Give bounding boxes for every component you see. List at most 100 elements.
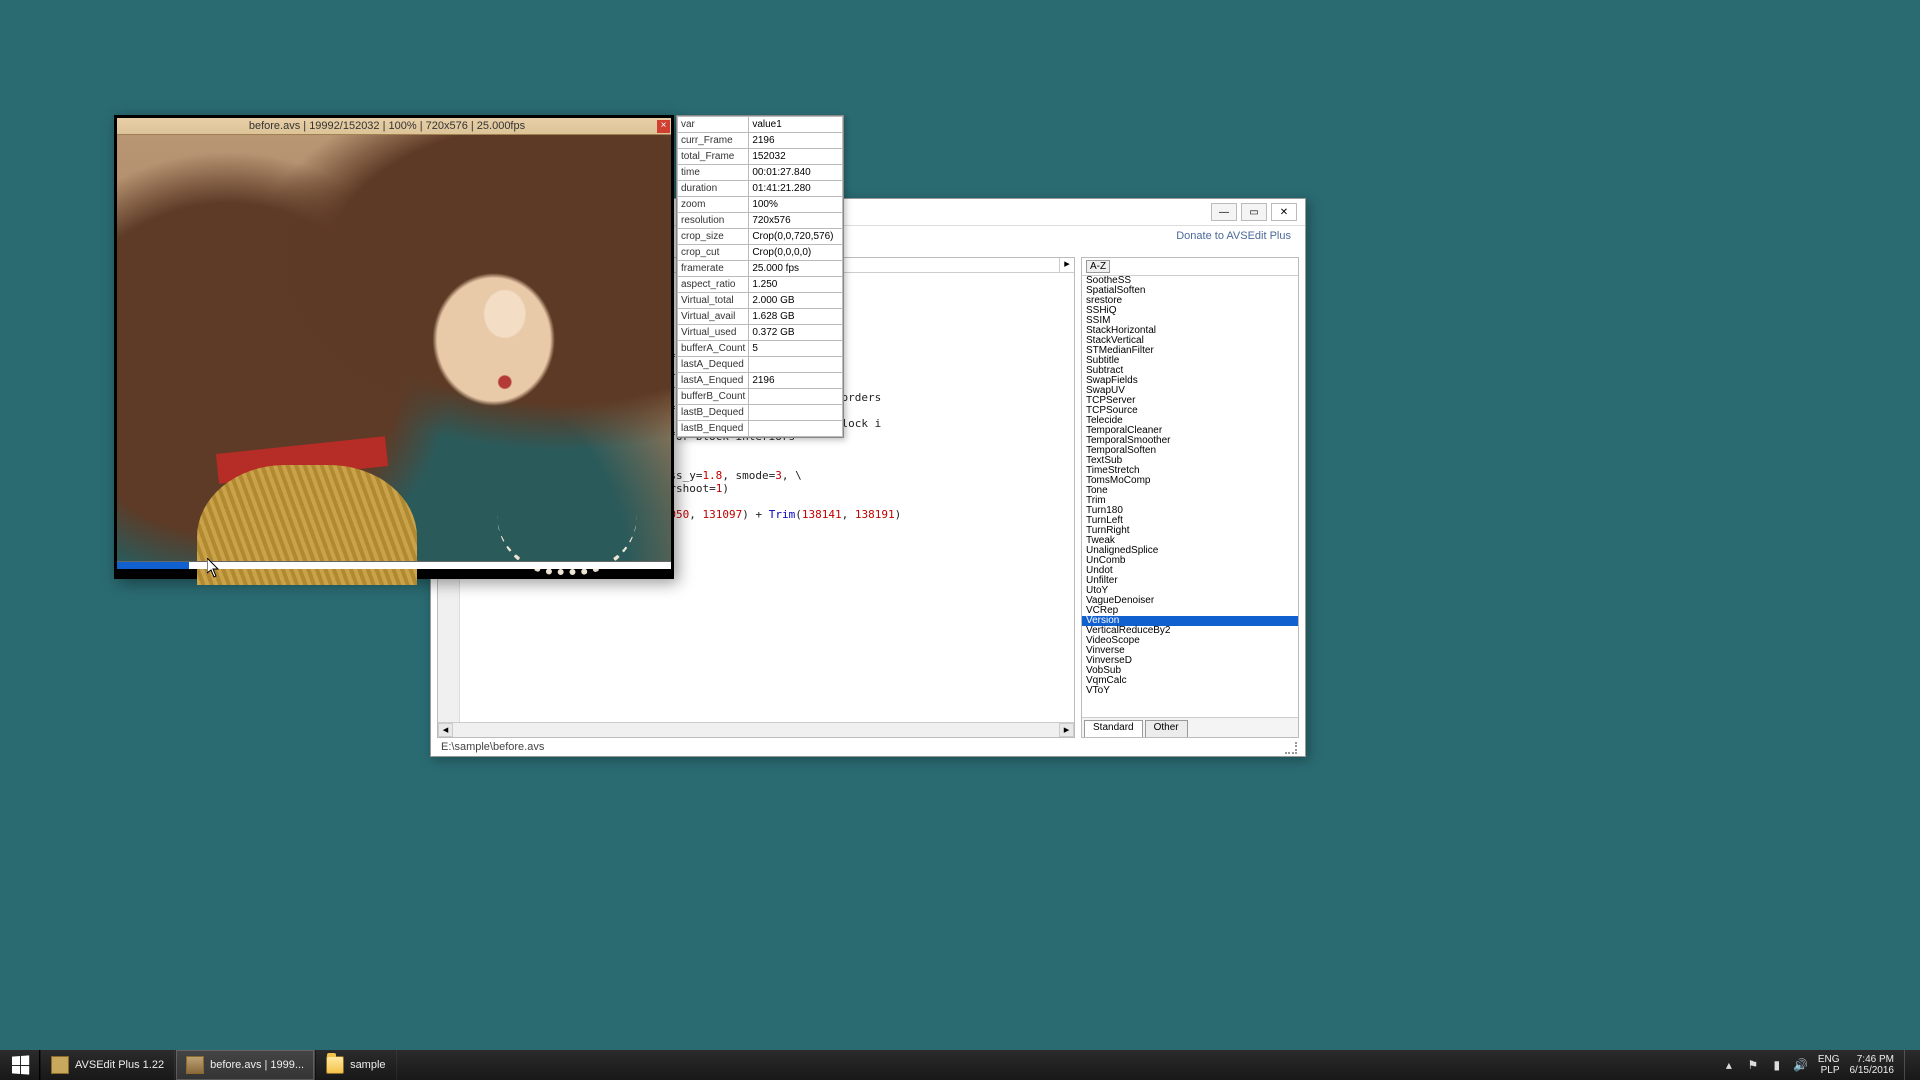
info-key: crop_size (678, 229, 749, 245)
info-val: 152032 (749, 149, 843, 165)
maximize-button[interactable]: ▭ (1241, 203, 1267, 221)
preview-title-text: before.avs | 19992/152032 | 100% | 720x5… (117, 120, 657, 132)
taskbar: AVSEdit Plus 1.22 before.avs | 1999... sam… (0, 1050, 1920, 1080)
info-key: lastA_Enqued (678, 373, 749, 389)
preview-scrubber[interactable] (117, 561, 671, 569)
taskbar-item-label: before.avs | 1999... (210, 1059, 304, 1071)
tray-lang2: PLP (1818, 1065, 1840, 1076)
info-val (749, 389, 843, 405)
tray-network-icon[interactable]: ▮ (1770, 1058, 1784, 1072)
function-list-item[interactable]: UnComb (1082, 556, 1298, 566)
function-list-item[interactable]: Unfilter (1082, 576, 1298, 586)
info-key: bufferA_Count (678, 341, 749, 357)
scroll-left-button[interactable]: ◂ (438, 723, 453, 737)
info-header-val: value1 (749, 117, 843, 133)
function-list-item[interactable]: Tone (1082, 486, 1298, 496)
status-path: E:\sample\before.avs (441, 741, 544, 753)
info-row: crop_sizeCrop(0,0,720,576) (678, 229, 843, 245)
info-row: curr_Frame2196 (678, 133, 843, 149)
tray-volume-icon[interactable]: 🔊 (1794, 1058, 1808, 1072)
info-row: Virtual_avail1.628 GB (678, 309, 843, 325)
tab-standard[interactable]: Standard (1084, 720, 1143, 737)
preview-titlebar[interactable]: before.avs | 19992/152032 | 100% | 720x5… (117, 118, 671, 135)
info-row: time00:01:27.840 (678, 165, 843, 181)
status-bar: E:\sample\before.avs (437, 739, 1299, 754)
minimize-button[interactable]: — (1211, 203, 1237, 221)
function-list-item[interactable]: SSHiQ (1082, 306, 1298, 316)
info-key: resolution (678, 213, 749, 229)
info-row: total_Frame152032 (678, 149, 843, 165)
info-row: aspect_ratio1.250 (678, 277, 843, 293)
tray-action-center-icon[interactable]: ⚑ (1746, 1058, 1760, 1072)
info-row: crop_cutCrop(0,0,0,0) (678, 245, 843, 261)
info-row: Virtual_total2.000 GB (678, 293, 843, 309)
info-row: framerate25.000 fps (678, 261, 843, 277)
info-val: 2196 (749, 133, 843, 149)
info-val: 25.000 fps (749, 261, 843, 277)
taskbar-item-label: AVSEdit Plus 1.22 (75, 1059, 164, 1071)
info-val: 00:01:27.840 (749, 165, 843, 181)
video-info-table: var value1 curr_Frame2196total_Frame1520… (677, 116, 843, 437)
info-val: 100% (749, 197, 843, 213)
scroll-right-button[interactable]: ▸ (1059, 723, 1074, 737)
tab-other[interactable]: Other (1145, 720, 1188, 737)
windows-logo-icon (11, 1055, 28, 1074)
preview-frame-image (117, 135, 671, 561)
info-row: bufferB_Count (678, 389, 843, 405)
info-val (749, 405, 843, 421)
tray-time: 7:46 PM (1850, 1054, 1895, 1065)
function-sort-bar: A-Z (1082, 258, 1298, 275)
info-key: zoom (678, 197, 749, 213)
info-key: lastB_Enqued (678, 421, 749, 437)
info-val: 2.000 GB (749, 293, 843, 309)
info-key: Virtual_total (678, 293, 749, 309)
preview-close-button[interactable]: × (657, 120, 670, 133)
info-key: time (678, 165, 749, 181)
info-val: Crop(0,0,0,0) (749, 245, 843, 261)
function-list-item[interactable]: VqmCalc (1082, 676, 1298, 686)
taskbar-item[interactable]: before.avs | 1999... (175, 1050, 315, 1080)
info-header-key: var (678, 117, 749, 133)
taskbar-item-label: sample (350, 1059, 385, 1071)
code-h-scrollbar[interactable]: ◂ ▸ (438, 722, 1074, 737)
info-val: Crop(0,0,720,576) (749, 229, 843, 245)
show-desktop-button[interactable] (1904, 1050, 1912, 1080)
info-row: lastA_Enqued2196 (678, 373, 843, 389)
function-list-item[interactable]: VToY (1082, 686, 1298, 696)
preview-scrubber-progress (117, 562, 189, 569)
function-tabs: Standard Other (1082, 718, 1298, 737)
info-val (749, 357, 843, 373)
info-key: lastA_Dequed (678, 357, 749, 373)
info-header-row: var value1 (678, 117, 843, 133)
sort-az-button[interactable]: A-Z (1086, 260, 1110, 273)
info-val: 5 (749, 341, 843, 357)
start-button[interactable] (0, 1050, 40, 1080)
info-key: crop_cut (678, 245, 749, 261)
info-row: lastA_Dequed (678, 357, 843, 373)
resize-grip[interactable] (1285, 742, 1297, 754)
taskbar-item-icon (186, 1056, 204, 1074)
info-key: curr_Frame (678, 133, 749, 149)
close-button[interactable]: ✕ (1271, 203, 1297, 221)
tabs-dropdown-button[interactable]: ▸ (1059, 258, 1074, 272)
info-val: 1.250 (749, 277, 843, 293)
info-row: resolution720x576 (678, 213, 843, 229)
function-list[interactable]: SootheSSSpatialSoftensrestoreSSHiQSSIMSt… (1082, 275, 1298, 718)
info-key: aspect_ratio (678, 277, 749, 293)
tray-clock[interactable]: 7:46 PM 6/15/2016 (1850, 1054, 1895, 1076)
tray-lang1: ENG (1818, 1054, 1840, 1065)
function-list-item[interactable]: TomsMoComp (1082, 476, 1298, 486)
info-val: 720x576 (749, 213, 843, 229)
taskbar-item[interactable]: sample (315, 1050, 396, 1080)
taskbar-item[interactable]: AVSEdit Plus 1.22 (40, 1050, 175, 1080)
info-row: zoom100% (678, 197, 843, 213)
tray-chevron-up-icon[interactable]: ▴ (1722, 1058, 1736, 1072)
video-info-panel: var value1 curr_Frame2196total_Frame1520… (676, 115, 844, 438)
info-key: lastB_Dequed (678, 405, 749, 421)
info-val: 01:41:21.280 (749, 181, 843, 197)
info-key: bufferB_Count (678, 389, 749, 405)
info-row: bufferA_Count5 (678, 341, 843, 357)
info-key: framerate (678, 261, 749, 277)
tray-date: 6/15/2016 (1850, 1065, 1895, 1076)
tray-language[interactable]: ENG PLP (1818, 1054, 1840, 1076)
